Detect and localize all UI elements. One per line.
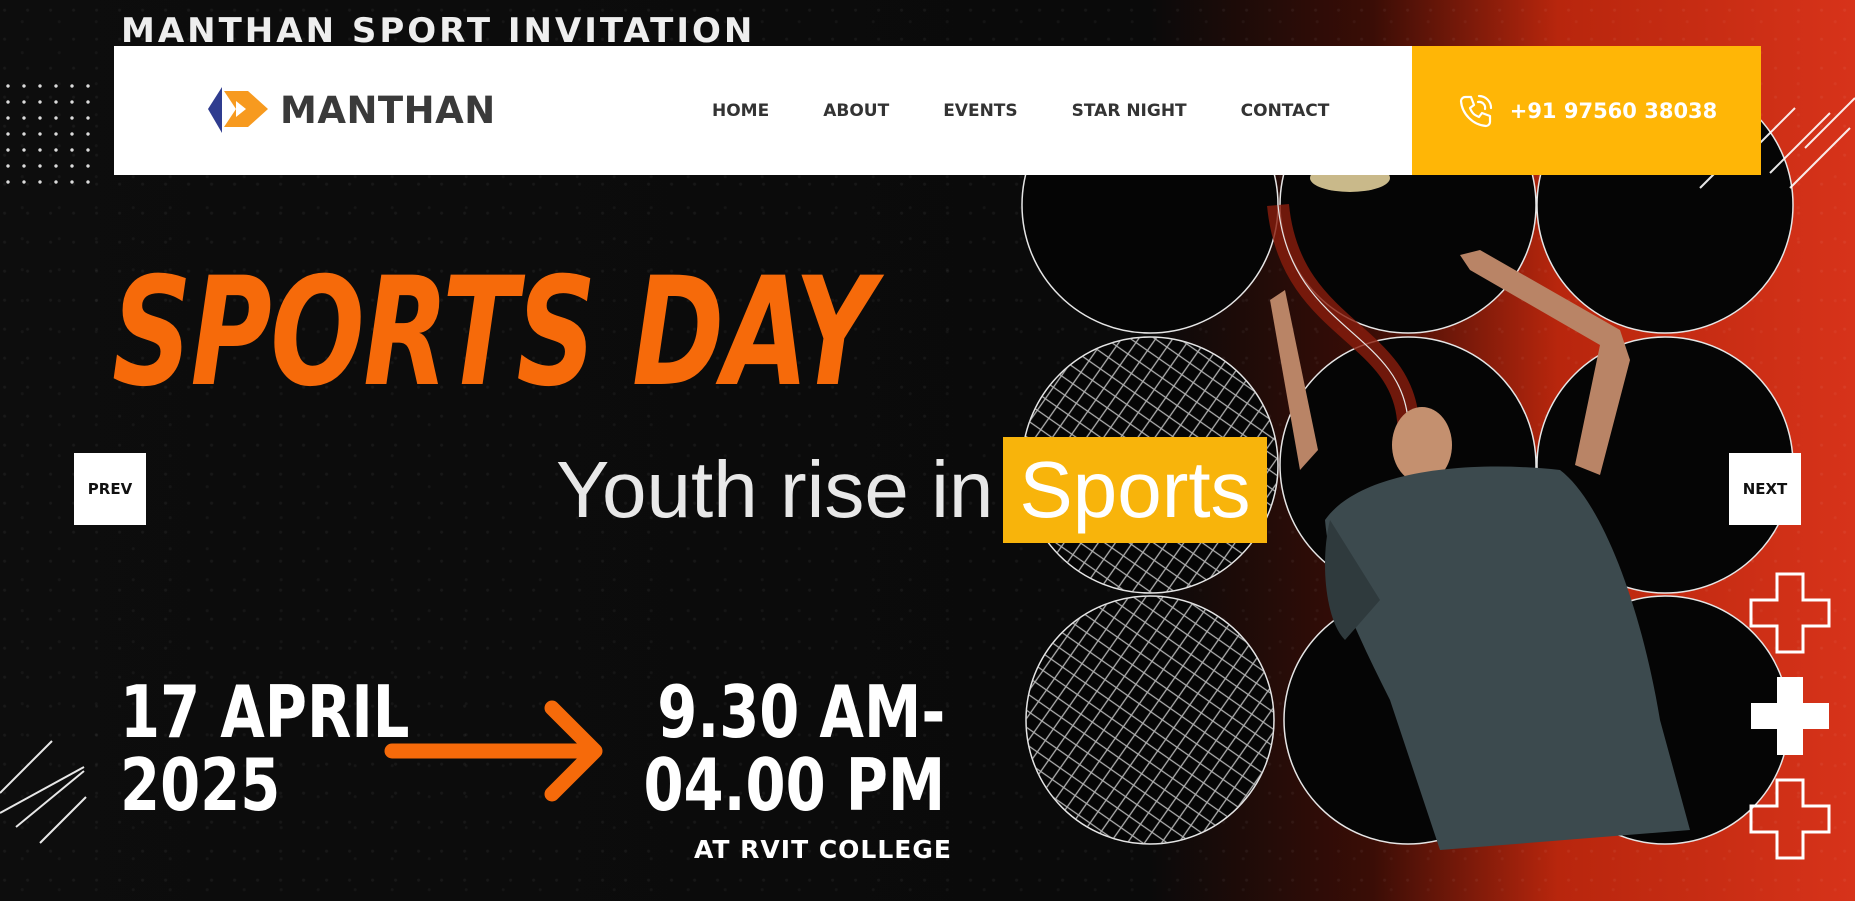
subtitle-prefix: Youth rise in [556, 445, 994, 534]
nav-about[interactable]: ABOUT [823, 101, 889, 121]
subtitle-highlight: Sports [1003, 437, 1267, 543]
phone-ring-icon [1459, 94, 1492, 127]
site-header: MANTHAN HOME ABOUT EVENTS STAR NIGHT CON… [114, 46, 1412, 175]
event-venue: AT RVIT COLLEGE [694, 835, 952, 864]
prev-slide-button[interactable]: PREV [74, 453, 146, 525]
main-nav: HOME ABOUT EVENTS STAR NIGHT CONTACT [712, 46, 1383, 175]
manthan-logo-icon [208, 87, 268, 133]
cross-decoration [1749, 572, 1831, 860]
date-line-1: 17 APRIL [120, 670, 410, 754]
phone-contact-button[interactable]: +91 97560 38038 [1412, 46, 1761, 175]
event-date: 17 APRIL 2025 [120, 670, 410, 828]
hero-headline: SPORTS DAY [112, 246, 875, 420]
date-line-2: 2025 [120, 743, 281, 828]
site-logo[interactable]: MANTHAN [206, 83, 496, 137]
nav-contact[interactable]: CONTACT [1241, 101, 1330, 121]
arrow-right-icon [384, 700, 603, 802]
event-time: 9.30 AM- 04.00 PM [643, 670, 945, 828]
hero-subtitle: Youth rise in Sports [556, 437, 1267, 543]
nav-events[interactable]: EVENTS [943, 101, 1017, 121]
time-line-1: 9.30 AM- [657, 670, 945, 754]
nav-star-night[interactable]: STAR NIGHT [1072, 101, 1187, 121]
next-slide-button[interactable]: NEXT [1729, 453, 1801, 525]
logo-text: MANTHAN [280, 88, 496, 132]
volleyball-net [1022, 337, 1278, 844]
nav-home[interactable]: HOME [712, 101, 769, 121]
time-line-2: 04.00 PM [643, 743, 945, 828]
phone-number: +91 97560 38038 [1509, 98, 1718, 123]
